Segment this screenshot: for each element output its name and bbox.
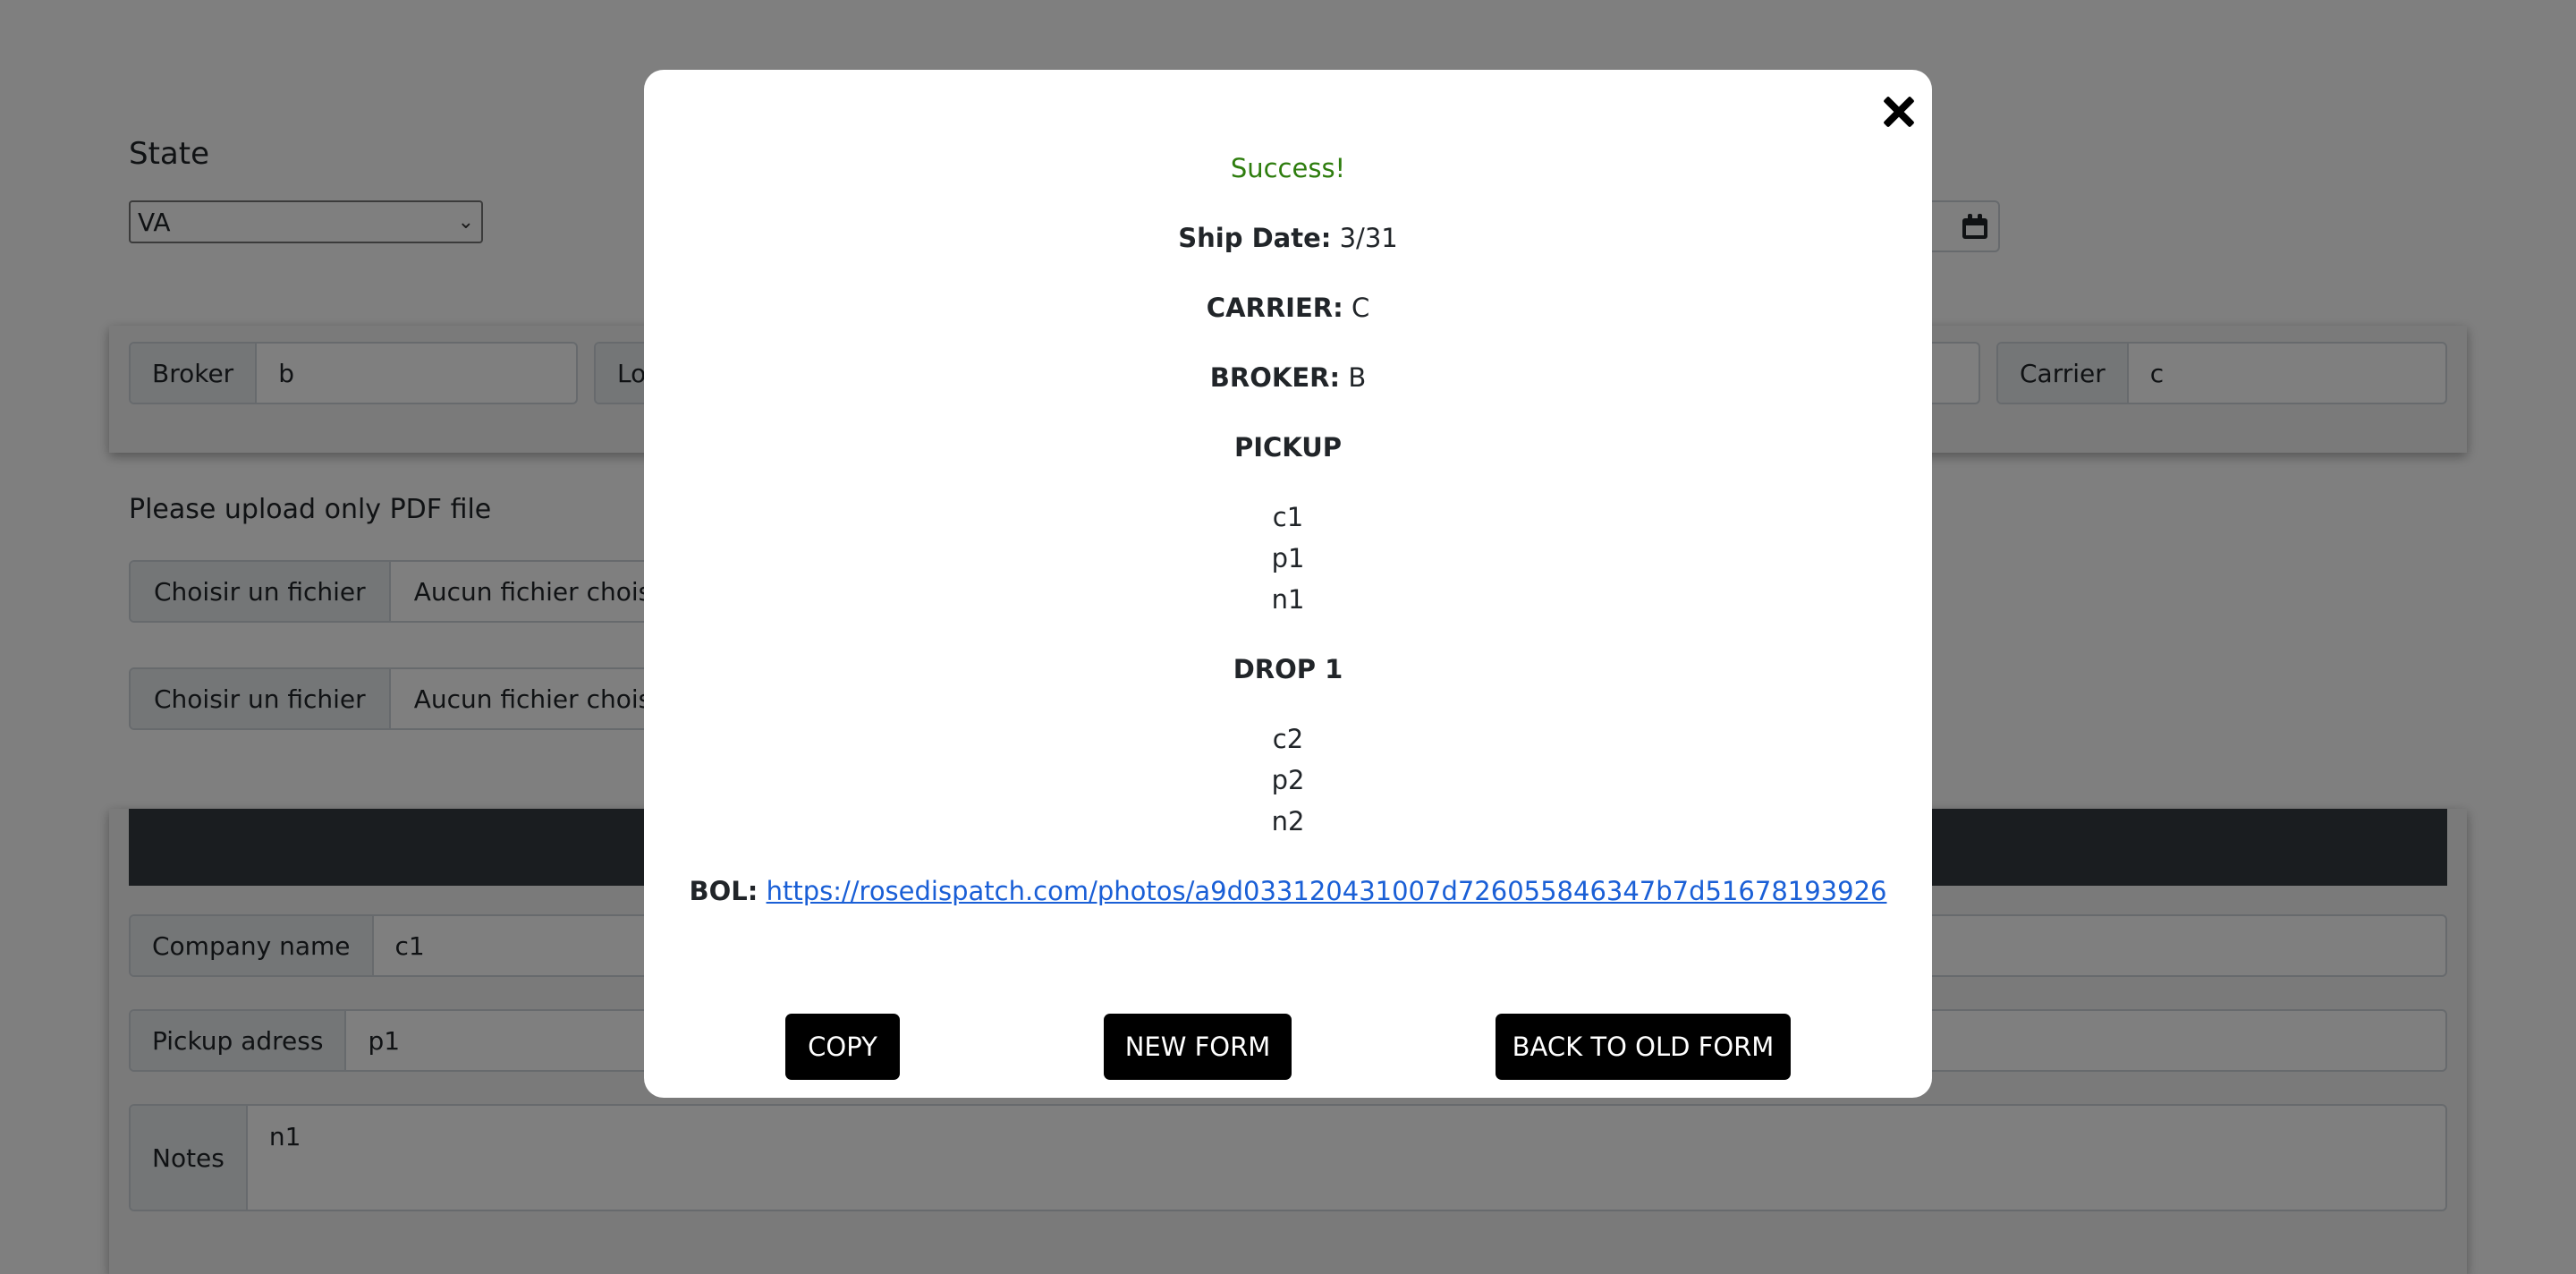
- pickup-line: n1: [1271, 584, 1305, 615]
- drop-line: n2: [1271, 806, 1305, 837]
- pickup-heading: PICKUP: [644, 429, 1932, 465]
- drop-line: p2: [1271, 765, 1305, 795]
- ship-date-label: Ship Date:: [1178, 223, 1332, 253]
- pickup-line: c1: [1272, 502, 1304, 532]
- copy-button[interactable]: COPY: [785, 1014, 900, 1080]
- close-icon[interactable]: [1880, 93, 1918, 131]
- back-to-old-form-button[interactable]: BACK TO OLD FORM: [1496, 1014, 1791, 1080]
- broker-value: B: [1348, 362, 1367, 393]
- drop-heading: DROP 1: [644, 651, 1932, 687]
- broker-label: BROKER:: [1209, 362, 1341, 393]
- carrier-label: CARRIER:: [1206, 293, 1343, 323]
- new-form-button[interactable]: NEW FORM: [1104, 1014, 1292, 1080]
- bol-row: BOL: https://rosedispatch.com/photos/a9d…: [644, 873, 1932, 909]
- ship-date-row: Ship Date: 3/31: [644, 220, 1932, 256]
- broker-row: BROKER: B: [644, 360, 1932, 395]
- carrier-value: C: [1351, 293, 1370, 323]
- carrier-row: CARRIER: C: [644, 290, 1932, 326]
- pickup-heading-text: PICKUP: [1233, 432, 1343, 463]
- pickup-line: p1: [1271, 543, 1305, 573]
- success-modal: Success! Ship Date: 3/31 CARRIER: C BROK…: [644, 70, 1932, 1098]
- drop-line: c2: [1272, 724, 1304, 754]
- drop-heading-text: DROP 1: [1233, 654, 1343, 684]
- bol-label: BOL:: [689, 876, 758, 906]
- success-message: Success!: [1230, 153, 1346, 183]
- bol-link[interactable]: https://rosedispatch.com/photos/a9d03312…: [767, 876, 1887, 906]
- ship-date-value: 3/31: [1339, 223, 1398, 253]
